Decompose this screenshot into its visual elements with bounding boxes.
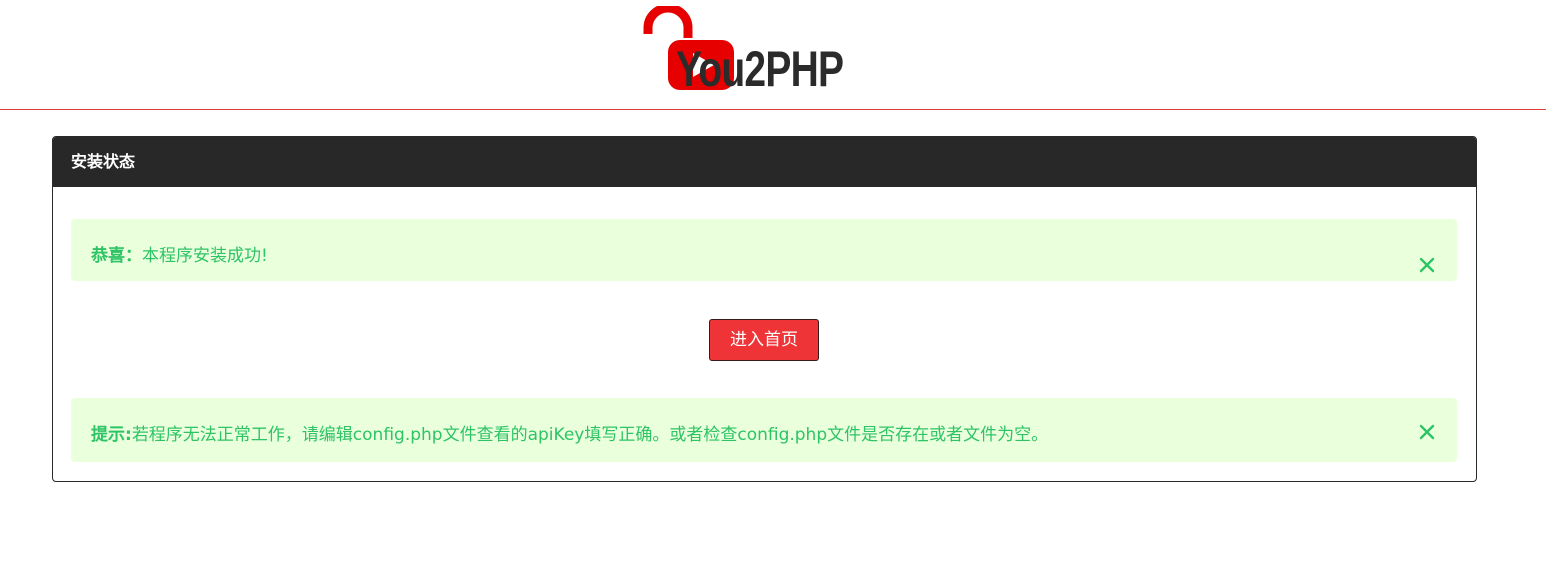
enter-homepage-button[interactable]: 进入首页 bbox=[709, 319, 819, 361]
install-status-panel: 安装状态 恭喜：本程序安装成功! 进入首页 提示:若程序无法正常工作，请编辑co… bbox=[52, 136, 1477, 482]
site-header: You2PHP bbox=[0, 0, 1546, 110]
tip-text: 若程序无法正常工作，请编辑config.php文件查看的apiKey填写正确。或… bbox=[131, 425, 1049, 445]
tip-alert: 提示:若程序无法正常工作，请编辑config.php文件查看的apiKey填写正… bbox=[71, 398, 1457, 462]
tip-strong: 提示: bbox=[91, 425, 132, 445]
success-text: 本程序安装成功! bbox=[142, 246, 268, 266]
close-icon[interactable] bbox=[1418, 423, 1436, 441]
close-icon[interactable] bbox=[1418, 256, 1436, 274]
success-message: 恭喜：本程序安装成功! bbox=[91, 241, 268, 266]
success-strong: 恭喜： bbox=[91, 246, 142, 266]
site-logo[interactable]: You2PHP bbox=[640, 6, 890, 96]
success-alert: 恭喜：本程序安装成功! bbox=[71, 219, 1457, 281]
logo-text: You2PHP bbox=[675, 41, 844, 97]
panel-title: 安装状态 bbox=[53, 137, 1476, 187]
padlock-play-icon bbox=[640, 6, 734, 96]
tip-message: 提示:若程序无法正常工作，请编辑config.php文件查看的apiKey填写正… bbox=[91, 420, 1048, 445]
